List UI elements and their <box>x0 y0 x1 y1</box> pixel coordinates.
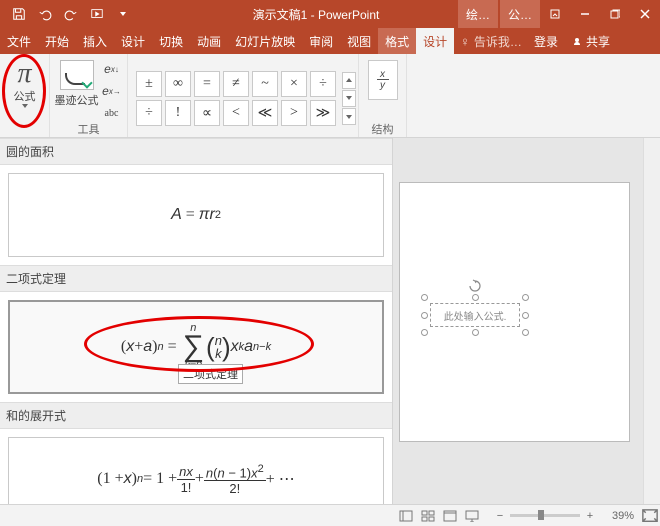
equation-preset-circle-area[interactable]: A = πr2 <box>8 173 384 257</box>
undo-icon[interactable] <box>34 3 56 25</box>
tab-review[interactable]: 审阅 <box>302 28 340 54</box>
tab-insert[interactable]: 插入 <box>76 28 114 54</box>
redo-icon[interactable] <box>60 3 82 25</box>
quick-access-toolbar <box>0 0 134 28</box>
fraction-structure-button[interactable]: xy <box>368 60 398 100</box>
gallery-heading: 二项式定理 <box>0 265 392 292</box>
tab-equation-design[interactable]: 设计 <box>416 28 454 54</box>
sign-in-link[interactable]: 登录 <box>528 28 564 54</box>
zoom-percent[interactable]: 39% <box>600 510 634 522</box>
title-bar: 演示文稿1 - PowerPoint 绘… 公… <box>0 0 660 28</box>
ribbon-group-structures: xy 结构 <box>359 54 407 137</box>
ribbon-group-label: 结构 <box>359 121 406 136</box>
qat-customize-icon[interactable] <box>112 3 134 25</box>
zoom-in-button[interactable]: + <box>584 510 596 522</box>
op-divide2[interactable]: ÷ <box>136 100 162 126</box>
symbol-scroll <box>342 69 358 125</box>
tab-animation[interactable]: 动画 <box>190 28 228 54</box>
symbols-scroll-up[interactable] <box>342 72 356 89</box>
selection-handles[interactable] <box>424 297 526 333</box>
symbols-scroll-down[interactable] <box>342 90 356 107</box>
gallery-heading: 和的展开式 <box>0 402 392 429</box>
zoom-control: − + 39% <box>488 510 640 522</box>
op-propto[interactable]: ∝ <box>194 100 220 126</box>
contextual-header-2[interactable]: 公… <box>500 0 540 28</box>
linear-format-button[interactable]: ex→ <box>101 81 123 101</box>
ribbon-tabs: 文件 开始 插入 设计 切换 动画 幻灯片放映 审阅 视图 格式 设计 ♀告诉我… <box>0 28 660 54</box>
tab-design[interactable]: 设计 <box>114 28 152 54</box>
start-from-beginning-icon[interactable] <box>86 3 108 25</box>
window-title: 演示文稿1 - PowerPoint <box>134 6 458 23</box>
operator-grid: ± ∞ = ≠ ~ × ÷ ÷ ! ∝ < ≪ > ≫ <box>134 67 342 126</box>
equation-options-col: ex↓ ex→ abc <box>99 56 123 123</box>
tab-view[interactable]: 视图 <box>340 28 378 54</box>
tab-file[interactable]: 文件 <box>0 28 38 54</box>
op-infinity[interactable]: ∞ <box>165 71 191 97</box>
content-area: 圆的面积 A = πr2 二项式定理 (x + a)n = n∑k=0 (nk)… <box>0 138 660 504</box>
op-gt[interactable]: > <box>281 100 307 126</box>
op-plusminus[interactable]: ± <box>136 71 162 97</box>
equation-gallery-button[interactable]: π 公式 <box>6 56 44 108</box>
zoom-slider[interactable] <box>510 514 580 517</box>
tab-transition[interactable]: 切换 <box>152 28 190 54</box>
pi-icon: π <box>17 60 31 88</box>
status-bar: − + 39% <box>0 504 660 526</box>
op-equals[interactable]: = <box>194 71 220 97</box>
zoom-out-button[interactable]: − <box>494 510 506 522</box>
op-divide[interactable]: ÷ <box>310 71 336 97</box>
ink-equation-button[interactable]: 墨迹公式 <box>55 56 99 123</box>
equation-preset-expansion[interactable]: (1 + x)n = 1 + nx1! + n(n − 1)x22! + ⋯ <box>8 437 384 504</box>
equation-gallery-panel: 圆的面积 A = πr2 二项式定理 (x + a)n = n∑k=0 (nk)… <box>0 138 393 504</box>
ribbon-group-tools: 墨迹公式 ex↓ ex→ abc 工具 <box>50 54 128 137</box>
fit-to-window-icon[interactable] <box>640 508 660 524</box>
tab-slideshow[interactable]: 幻灯片放映 <box>228 28 302 54</box>
professional-format-button[interactable]: ex↓ <box>101 59 123 79</box>
sorter-view-icon[interactable] <box>418 508 438 524</box>
slide-canvas[interactable]: 此处输入公式. <box>399 182 630 442</box>
chevron-down-icon <box>22 104 28 108</box>
contextual-header-1[interactable]: 绘… <box>458 0 498 28</box>
close-icon[interactable] <box>630 0 660 28</box>
view-buttons <box>390 508 488 524</box>
lightbulb-icon: ♀ <box>460 34 470 49</box>
minimize-icon[interactable] <box>570 0 600 28</box>
ribbon-options-icon[interactable] <box>540 0 570 28</box>
restore-icon[interactable] <box>600 0 630 28</box>
tab-format[interactable]: 格式 <box>378 28 416 54</box>
op-factorial[interactable]: ! <box>165 100 191 126</box>
ribbon-body: π 公式 墨迹公式 ex↓ ex→ abc 工具 ± ∞ = ≠ ~ × <box>0 54 660 138</box>
rotate-handle-icon[interactable] <box>468 279 482 293</box>
equation-placeholder[interactable]: 此处输入公式. <box>430 303 520 327</box>
op-muchgt[interactable]: ≫ <box>310 100 336 126</box>
equation-preset-binomial[interactable]: (x + a)n = n∑k=0 (nk) xkan−k 二项式定理 <box>8 300 384 394</box>
slideshow-view-icon[interactable] <box>462 508 482 524</box>
op-lt[interactable]: < <box>223 100 249 126</box>
normal-text-button[interactable]: abc <box>101 103 123 123</box>
vertical-scrollbar[interactable] <box>643 138 660 504</box>
share-icon <box>572 36 582 46</box>
gallery-heading: 圆的面积 <box>0 138 392 165</box>
ribbon-group-equation: π 公式 <box>0 54 50 137</box>
share-button[interactable]: 共享 <box>564 28 618 54</box>
op-notequal[interactable]: ≠ <box>223 71 249 97</box>
contextual-tab-headers: 绘… 公… <box>458 0 540 28</box>
ink-icon <box>60 60 94 90</box>
ribbon-group-label: 工具 <box>50 121 127 136</box>
reading-view-icon[interactable] <box>440 508 460 524</box>
normal-view-icon[interactable] <box>396 508 416 524</box>
symbols-more[interactable] <box>342 108 356 125</box>
op-tilde[interactable]: ~ <box>252 71 278 97</box>
slide-area: 此处输入公式. <box>393 138 660 504</box>
tell-me-input[interactable]: ♀告诉我… <box>454 28 528 54</box>
tooltip: 二项式定理 <box>178 364 243 384</box>
op-muchlt[interactable]: ≪ <box>252 100 278 126</box>
ribbon-group-symbols: ± ∞ = ≠ ~ × ÷ ÷ ! ∝ < ≪ > ≫ <box>128 54 359 137</box>
window-controls <box>540 0 660 28</box>
tab-home[interactable]: 开始 <box>38 28 76 54</box>
save-icon[interactable] <box>8 3 30 25</box>
op-times[interactable]: × <box>281 71 307 97</box>
